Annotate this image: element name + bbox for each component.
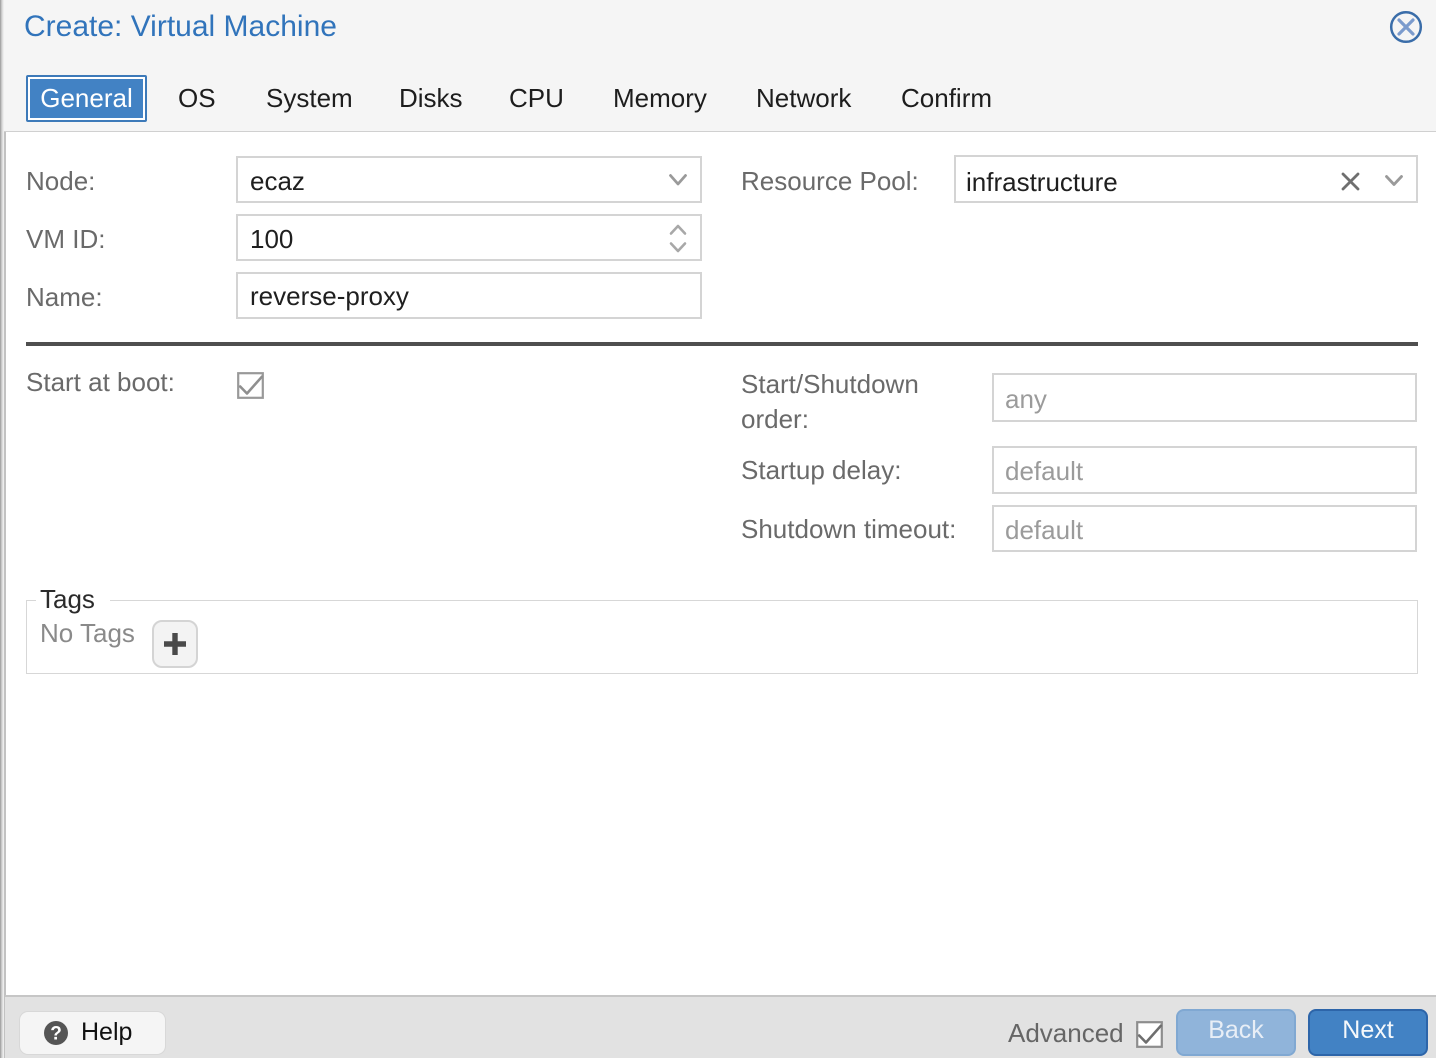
svg-text:?: ? (50, 1024, 62, 1045)
